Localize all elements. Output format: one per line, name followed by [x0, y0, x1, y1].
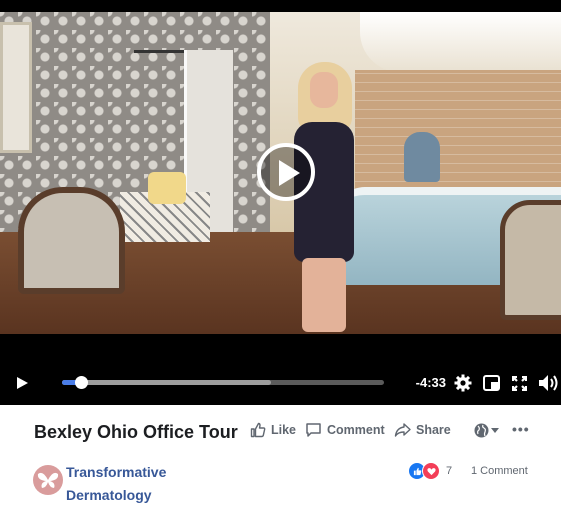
- volume-icon: [538, 375, 557, 391]
- reaction-count: 7: [446, 465, 453, 477]
- butterfly-logo-icon: [37, 472, 59, 488]
- progress-scrubber-handle[interactable]: [75, 376, 89, 389]
- settings-button[interactable]: [452, 365, 474, 401]
- presenter-legs: [302, 258, 346, 332]
- globe-icon: [474, 423, 489, 438]
- comment-button[interactable]: Comment: [305, 422, 385, 438]
- audience-selector[interactable]: [474, 423, 499, 438]
- scene-ceiling: [360, 12, 561, 72]
- picture-in-picture-button[interactable]: [480, 365, 502, 401]
- play-icon: [279, 160, 300, 186]
- picture-in-picture-icon: [482, 375, 500, 391]
- comment-label: Comment: [327, 423, 385, 437]
- fullscreen-button[interactable]: [508, 365, 530, 401]
- page-name-line2: Dermatology: [66, 487, 152, 503]
- settings-gear-icon: [454, 374, 472, 392]
- chevron-down-icon: [491, 427, 499, 433]
- like-button[interactable]: Like: [250, 422, 296, 438]
- progress-bar[interactable]: [62, 376, 384, 389]
- share-button[interactable]: Share: [394, 422, 451, 438]
- like-label: Like: [271, 423, 297, 437]
- page-name-link[interactable]: Transformative Dermatology: [66, 461, 216, 507]
- love-reaction-icon: [422, 462, 440, 480]
- page-name-line1: Transformative: [66, 464, 167, 480]
- scene-receptionist: [404, 132, 440, 182]
- fullscreen-icon: [511, 375, 527, 391]
- scene-brick-wall: [355, 70, 561, 200]
- video-title: Bexley Ohio Office Tour: [34, 422, 238, 442]
- progress-buffered: [62, 380, 272, 385]
- scene-armchair-right: [500, 200, 561, 320]
- center-play-button[interactable]: [257, 143, 315, 201]
- reactions-summary[interactable]: 7: [408, 462, 452, 480]
- scene-wall-art: [0, 22, 32, 153]
- more-options-button[interactable]: •••: [512, 421, 530, 437]
- scene-pillow: [148, 172, 186, 204]
- time-remaining: -4:33: [415, 375, 446, 390]
- volume-button[interactable]: [536, 365, 561, 401]
- page-avatar[interactable]: [33, 465, 63, 495]
- share-icon: [394, 423, 411, 437]
- play-button[interactable]: [8, 365, 36, 401]
- share-label: Share: [416, 423, 451, 437]
- scene-armchair-left: [18, 187, 125, 294]
- comment-icon: [306, 423, 321, 437]
- play-icon: [17, 377, 28, 389]
- thumbs-up-icon: [250, 422, 266, 438]
- video-player[interactable]: -4:33: [0, 0, 561, 405]
- presenter-face: [310, 72, 338, 108]
- comments-count-link[interactable]: 1 Comment: [471, 465, 528, 477]
